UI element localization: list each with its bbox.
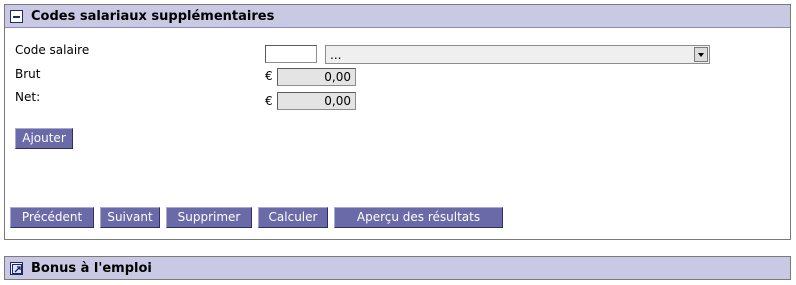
collapse-icon[interactable] — [10, 9, 23, 23]
bonus-emploi-panel: Bonus à l'emploi — [4, 256, 791, 280]
calculer-button[interactable]: Calculer — [258, 207, 328, 228]
code-salaire-label: Code salaire — [15, 43, 90, 57]
ajouter-button[interactable]: Ajouter — [15, 128, 73, 149]
precedent-button[interactable]: Précédent — [10, 207, 94, 228]
suivant-button[interactable]: Suivant — [100, 207, 160, 228]
net-label: Net: — [15, 90, 41, 104]
code-salaire-input[interactable] — [265, 45, 317, 63]
panel-header: Bonus à l'emploi — [5, 257, 790, 279]
brut-field: 0,00 — [277, 68, 356, 86]
codes-salariaux-panel: Codes salariaux supplémentaires Code sal… — [4, 4, 791, 240]
euro-symbol: € — [265, 69, 273, 83]
select-value: ... — [330, 47, 342, 62]
apercu-resultats-button[interactable]: Aperçu des résultats — [334, 207, 503, 228]
euro-symbol: € — [265, 94, 273, 108]
panel-title: Bonus à l'emploi — [31, 260, 152, 276]
chevron-down-icon[interactable] — [694, 47, 708, 62]
expand-icon[interactable] — [10, 261, 23, 275]
code-salaire-select[interactable]: ... — [325, 45, 710, 64]
panel-title: Codes salariaux supplémentaires — [31, 8, 275, 24]
supprimer-button[interactable]: Supprimer — [166, 207, 252, 228]
net-field: 0,00 — [277, 92, 356, 110]
brut-label: Brut — [15, 67, 41, 81]
panel-header: Codes salariaux supplémentaires — [5, 5, 790, 28]
